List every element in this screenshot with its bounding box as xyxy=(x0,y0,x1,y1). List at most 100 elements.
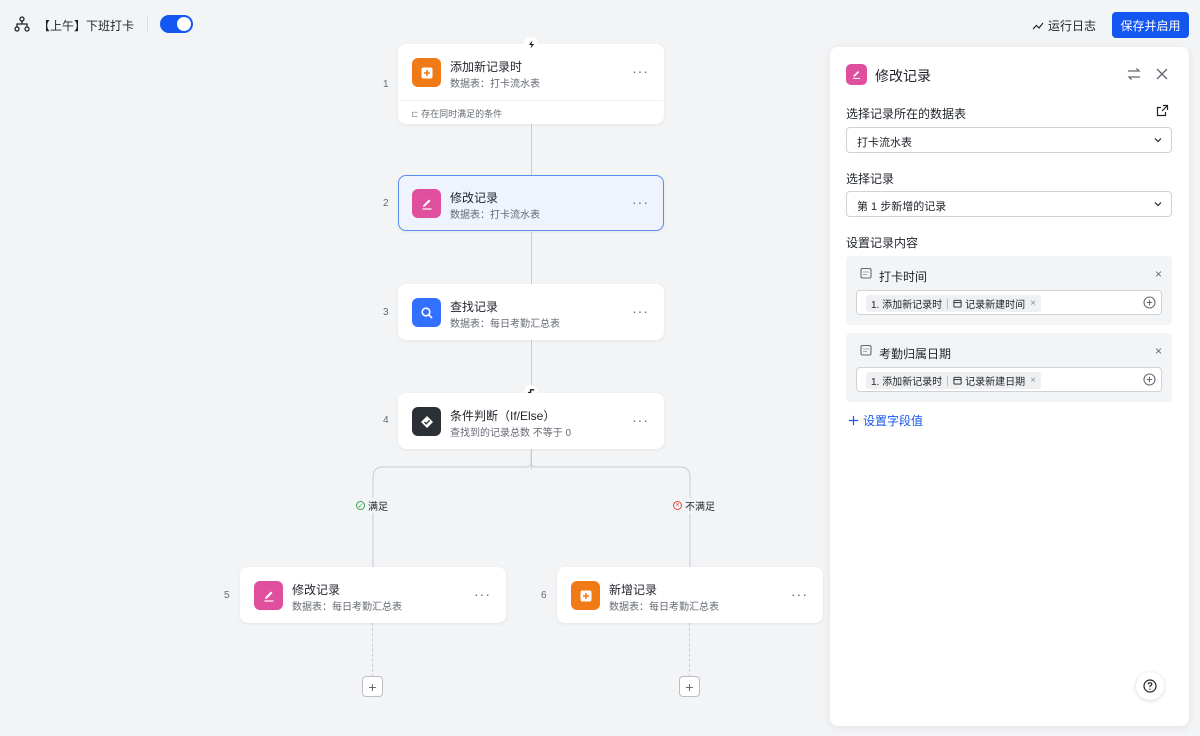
add-step-button[interactable]: + xyxy=(679,676,700,697)
chip-field: 记录新建时间 xyxy=(965,300,1026,311)
node-title: 添加新记录时 xyxy=(450,60,523,74)
step-number: 3 xyxy=(383,307,389,318)
table-label: 选择记录所在的数据表 xyxy=(846,107,967,121)
node-title: 修改记录 xyxy=(292,583,341,597)
trigger-condition[interactable]: ⊏ 存在同时满足的条件 xyxy=(399,100,663,125)
field-name: 考勤归属日期 xyxy=(879,347,952,361)
field-value-input[interactable]: 1. 添加新记录时 记录新建时间 × xyxy=(856,290,1162,315)
record-select[interactable]: 第 1 步新增的记录 xyxy=(846,191,1172,217)
created-date-icon xyxy=(953,376,962,385)
more-options-icon[interactable]: ··· xyxy=(474,586,491,602)
add-variable-icon[interactable] xyxy=(1143,296,1156,309)
date-field-icon xyxy=(860,344,872,356)
condition-node[interactable]: 条件判断（If/Else） 查找到的记录总数 不等于 0 ··· xyxy=(398,393,664,449)
plus-icon xyxy=(848,415,859,426)
switch-icon[interactable] xyxy=(1126,66,1142,82)
date-field-icon xyxy=(860,267,872,279)
condition-text: 存在同时满足的条件 xyxy=(421,109,503,119)
workflow-canvas: 1 添加新记录时 数据表：打卡流水表 ··· ⊏ 存在同时满足的条件 2 修改记… xyxy=(0,0,830,736)
step-number: 5 xyxy=(224,590,230,601)
table-select[interactable]: 打卡流水表 xyxy=(846,127,1172,153)
chip-remove-icon[interactable]: × xyxy=(1030,375,1036,386)
node-subtitle: 查找到的记录总数 不等于 0 xyxy=(450,428,572,439)
add-record-icon xyxy=(571,581,600,610)
external-link-icon[interactable] xyxy=(1156,104,1169,117)
more-options-icon[interactable]: ··· xyxy=(632,303,649,319)
chip-step: 1. 添加新记录时 xyxy=(871,300,943,311)
branch-yes-text: 满足 xyxy=(368,502,388,513)
find-record-node[interactable]: 查找记录 数据表：每日考勤汇总表 ··· xyxy=(398,284,664,340)
chip-field: 记录新建日期 xyxy=(965,377,1026,388)
content-label: 设置记录内容 xyxy=(846,236,919,250)
remove-field-icon[interactable]: × xyxy=(1155,344,1162,358)
branch-label-no[interactable]: × 不满足 xyxy=(671,498,717,513)
node-title: 修改记录 xyxy=(450,191,499,205)
save-and-enable-button[interactable]: 保存并启用 xyxy=(1112,12,1189,38)
run-log-button[interactable]: 运行日志 xyxy=(1032,17,1096,34)
add-field-value-button[interactable]: 设置字段值 xyxy=(848,412,923,429)
add-step-button[interactable]: + xyxy=(362,676,383,697)
panel-title: 修改记录 xyxy=(875,68,931,84)
search-icon xyxy=(412,298,441,327)
chip-divider xyxy=(947,375,949,386)
record-select-value: 第 1 步新增的记录 xyxy=(857,201,947,213)
field-card: 考勤归属日期 × 1. 添加新记录时 记录新建日期 × xyxy=(846,333,1172,402)
field-card: 打卡时间 × 1. 添加新记录时 记录新建时间 × xyxy=(846,256,1172,325)
condition-icon: ⊏ xyxy=(411,109,419,119)
node-subtitle: 数据表：每日考勤汇总表 xyxy=(450,319,560,330)
x-circle-icon: × xyxy=(673,501,682,510)
chip-step: 1. 添加新记录时 xyxy=(871,377,943,388)
dashed-connector xyxy=(689,623,690,677)
help-button[interactable] xyxy=(1136,672,1164,700)
add-record-node[interactable]: 新增记录 数据表：每日考勤汇总表 ··· xyxy=(557,567,823,623)
chip-remove-icon[interactable]: × xyxy=(1030,298,1036,309)
node-title: 查找记录 xyxy=(450,300,499,314)
connector xyxy=(531,232,532,284)
node-title: 新增记录 xyxy=(609,583,658,597)
lightning-icon xyxy=(524,37,538,51)
add-field-label: 设置字段值 xyxy=(863,414,924,428)
dashed-connector xyxy=(372,623,373,677)
branch-no-text: 不满足 xyxy=(685,502,715,513)
step-number: 1 xyxy=(383,79,389,90)
run-log-label: 运行日志 xyxy=(1048,19,1097,33)
step-number: 2 xyxy=(383,198,389,209)
record-label: 选择记录 xyxy=(846,172,895,186)
node-subtitle: 数据表：打卡流水表 xyxy=(450,79,540,90)
more-options-icon[interactable]: ··· xyxy=(791,586,808,602)
trigger-node[interactable]: 添加新记录时 数据表：打卡流水表 ··· ⊏ 存在同时满足的条件 xyxy=(398,44,664,124)
connector xyxy=(531,124,532,176)
chevron-down-icon xyxy=(1154,138,1162,143)
condition-icon xyxy=(412,407,441,436)
more-options-icon[interactable]: ··· xyxy=(632,63,649,79)
node-subtitle: 数据表：打卡流水表 xyxy=(450,210,540,221)
step-number: 4 xyxy=(383,415,389,426)
node-title: 条件判断（If/Else） xyxy=(450,409,556,423)
more-options-icon[interactable]: ··· xyxy=(632,412,649,428)
edit-icon xyxy=(846,64,867,85)
add-record-icon xyxy=(412,58,441,87)
edit-icon xyxy=(254,581,283,610)
node-subtitle: 数据表：每日考勤汇总表 xyxy=(292,602,402,613)
update-record-node[interactable]: 修改记录 数据表：每日考勤汇总表 ··· xyxy=(240,567,506,623)
chip-divider xyxy=(947,298,949,309)
edit-icon xyxy=(412,189,441,218)
close-icon[interactable] xyxy=(1154,66,1170,82)
branch-label-yes[interactable]: ✓ 满足 xyxy=(354,498,390,513)
step-number: 6 xyxy=(541,590,547,601)
check-circle-icon: ✓ xyxy=(356,501,365,510)
chevron-down-icon xyxy=(1154,202,1162,207)
created-time-icon xyxy=(953,299,962,308)
remove-field-icon[interactable]: × xyxy=(1155,267,1162,281)
update-record-node[interactable]: 修改记录 数据表：打卡流水表 ··· xyxy=(398,175,664,231)
node-subtitle: 数据表：每日考勤汇总表 xyxy=(609,602,719,613)
help-icon xyxy=(1143,679,1157,693)
variable-chip[interactable]: 1. 添加新记录时 记录新建日期 × xyxy=(866,372,1041,389)
trend-icon xyxy=(1032,22,1044,29)
variable-chip[interactable]: 1. 添加新记录时 记录新建时间 × xyxy=(866,295,1041,312)
field-value-input[interactable]: 1. 添加新记录时 记录新建日期 × xyxy=(856,367,1162,392)
more-options-icon[interactable]: ··· xyxy=(632,194,649,210)
add-variable-icon[interactable] xyxy=(1143,373,1156,386)
node-config-panel: 修改记录 选择记录所在的数据表 打卡流水表 选择记录 第 1 步新增的记录 设置… xyxy=(830,47,1189,726)
table-select-value: 打卡流水表 xyxy=(857,137,912,149)
